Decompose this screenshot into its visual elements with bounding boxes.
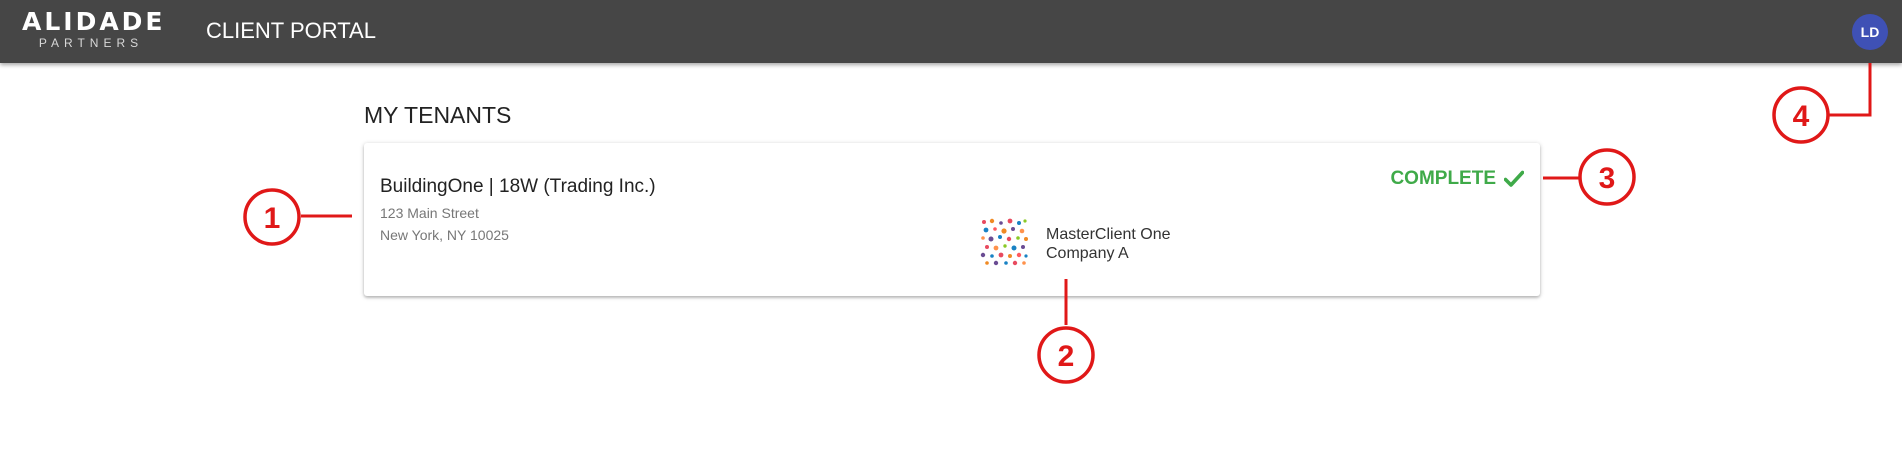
annotation-connector-4 (1829, 63, 1872, 117)
logo-main-text: ALIDADE (22, 7, 166, 36)
client-company: Company A (1046, 245, 1129, 262)
logo-sub-text: PARTNERS (38, 36, 144, 50)
annotation-marker-1 (243, 188, 301, 246)
tenant-card[interactable]: BuildingOne | 18W (Trading Inc.) 123 Mai… (364, 143, 1540, 296)
annotation-marker-3 (1578, 148, 1636, 206)
portal-title: CLIENT PORTAL (206, 18, 376, 43)
annotation-number-2: 2 (1058, 340, 1075, 373)
status-badge: COMPLETE (1390, 168, 1524, 190)
page-title: MY TENANTS (364, 102, 512, 128)
status-label: COMPLETE (1390, 168, 1496, 189)
top-app-bar: ALIDADE PARTNERS CLIENT PORTAL LD (0, 0, 1902, 63)
tenant-address-line1: 123 Main Street (380, 205, 479, 221)
annotation-marker-2 (1037, 326, 1095, 384)
annotation-number-4: 4 (1793, 100, 1810, 133)
dots-logo-icon (980, 218, 1028, 266)
tenant-name[interactable]: BuildingOne | 18W (Trading Inc.) (380, 176, 656, 198)
alidade-logo[interactable]: ALIDADE PARTNERS (22, 7, 166, 51)
annotation-number-1: 1 (264, 202, 281, 235)
annotation-number-3: 3 (1599, 162, 1616, 195)
annotation-marker-4 (1772, 86, 1830, 144)
tenant-address-line2: New York, NY 10025 (380, 227, 509, 243)
client-name: MasterClient One (1046, 226, 1171, 243)
user-avatar[interactable]: LD (1852, 14, 1888, 50)
check-icon (1504, 170, 1524, 187)
